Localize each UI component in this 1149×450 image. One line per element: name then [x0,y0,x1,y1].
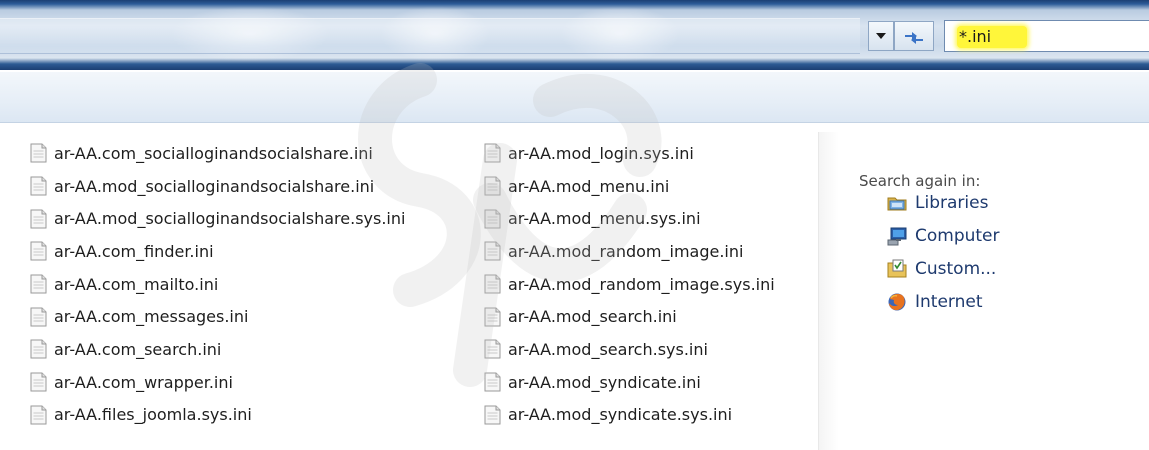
address-bar[interactable] [0,18,860,54]
file-name: ar-AA.com_socialloginandsocialshare.ini [54,143,373,163]
ini-file-icon [30,372,47,392]
file-name: ar-AA.com_search.ini [54,339,222,359]
location-label: Libraries [915,192,989,213]
title-bar: *.ini [0,0,1149,70]
list-item[interactable]: ar-AA.mod_syndicate.ini [484,366,775,399]
ini-file-icon [484,176,501,196]
file-name: ar-AA.files_joomla.sys.ini [54,405,252,425]
file-column-2: ar-AA.mod_login.sys.ini ar-AA.mod_menu.i… [484,137,775,431]
list-item[interactable]: ar-AA.mod_syndicate.sys.ini [484,399,775,432]
search-location-internet[interactable]: Internet [887,285,1000,318]
search-location-custom[interactable]: Custom... [887,252,1000,285]
file-name: ar-AA.mod_random_image.sys.ini [508,274,775,294]
list-item[interactable]: ar-AA.com_wrapper.ini [30,366,405,399]
list-item[interactable]: ar-AA.mod_socialloginandsocialshare.sys.… [30,202,405,235]
file-name: ar-AA.com_messages.ini [54,307,249,327]
file-name: ar-AA.com_mailto.ini [54,274,219,294]
file-name: ar-AA.mod_socialloginandsocialshare.ini [54,176,375,196]
file-column-1: ar-AA.com_socialloginandsocialshare.ini … [30,137,405,431]
search-again-panel: Search again in: Libraries Computer Cust… [818,132,1149,450]
ini-file-icon [30,274,47,294]
file-name: ar-AA.mod_menu.sys.ini [508,209,701,229]
list-item[interactable]: ar-AA.com_finder.ini [30,235,405,268]
location-label: Computer [915,225,1000,246]
list-item[interactable]: ar-AA.mod_login.sys.ini [484,137,775,170]
ini-file-icon [484,405,501,425]
firefox-icon [888,293,906,310]
list-item[interactable]: ar-AA.mod_search.sys.ini [484,333,775,366]
list-item[interactable]: ar-AA.mod_search.ini [484,300,775,333]
list-item[interactable]: ar-AA.mod_menu.ini [484,170,775,203]
list-item[interactable]: ar-AA.mod_menu.sys.ini [484,202,775,235]
search-location-list: Libraries Computer Custom... Internet [887,186,1000,318]
list-item[interactable]: ar-AA.mod_socialloginandsocialshare.ini [30,170,405,203]
ini-file-icon [30,339,47,359]
file-name: ar-AA.mod_menu.ini [508,176,670,196]
ini-file-icon [484,372,501,392]
refresh-icon [905,32,923,44]
search-input-text[interactable]: *.ini [959,27,991,46]
file-name: ar-AA.mod_socialloginandsocialshare.sys.… [54,209,406,229]
ini-file-icon [484,143,501,163]
file-name: ar-AA.mod_random_image.ini [508,241,744,261]
list-item[interactable]: ar-AA.com_messages.ini [30,300,405,333]
file-name: ar-AA.mod_search.sys.ini [508,339,708,359]
ini-file-icon [30,176,47,196]
search-location-libraries[interactable]: Libraries [887,186,1000,219]
ini-file-icon [30,143,47,163]
ini-file-icon [30,405,47,425]
toolbar [0,72,1149,123]
ini-file-icon [30,209,47,229]
list-item[interactable]: ar-AA.files_joomla.sys.ini [30,399,405,432]
file-name: ar-AA.com_finder.ini [54,241,214,261]
address-dropdown-button[interactable] [868,21,894,51]
file-name: ar-AA.com_wrapper.ini [54,372,233,392]
list-item[interactable]: ar-AA.mod_random_image.sys.ini [484,268,775,301]
ini-file-icon [30,241,47,261]
list-item[interactable]: ar-AA.com_search.ini [30,333,405,366]
list-item[interactable]: ar-AA.mod_random_image.ini [484,235,775,268]
ini-file-icon [484,339,501,359]
list-item[interactable]: ar-AA.com_socialloginandsocialshare.ini [30,137,405,170]
location-label: Internet [915,291,983,312]
search-box[interactable]: *.ini [944,20,1149,52]
custom-folder-icon [887,259,907,277]
ini-file-icon [484,274,501,294]
ini-file-icon [484,307,501,327]
ini-file-icon [484,209,501,229]
chevron-down-icon [876,33,886,39]
list-item[interactable]: ar-AA.com_mailto.ini [30,268,405,301]
location-label: Custom... [915,258,997,279]
libraries-icon [887,197,907,210]
file-name: ar-AA.mod_search.ini [508,307,677,327]
file-name: ar-AA.mod_syndicate.ini [508,372,701,392]
ini-file-icon [30,307,47,327]
ini-file-icon [484,241,501,261]
file-name: ar-AA.mod_login.sys.ini [508,143,694,163]
refresh-button[interactable] [894,21,934,51]
search-location-computer[interactable]: Computer [887,219,1000,252]
computer-icon [887,227,907,245]
file-name: ar-AA.mod_syndicate.sys.ini [508,405,733,425]
